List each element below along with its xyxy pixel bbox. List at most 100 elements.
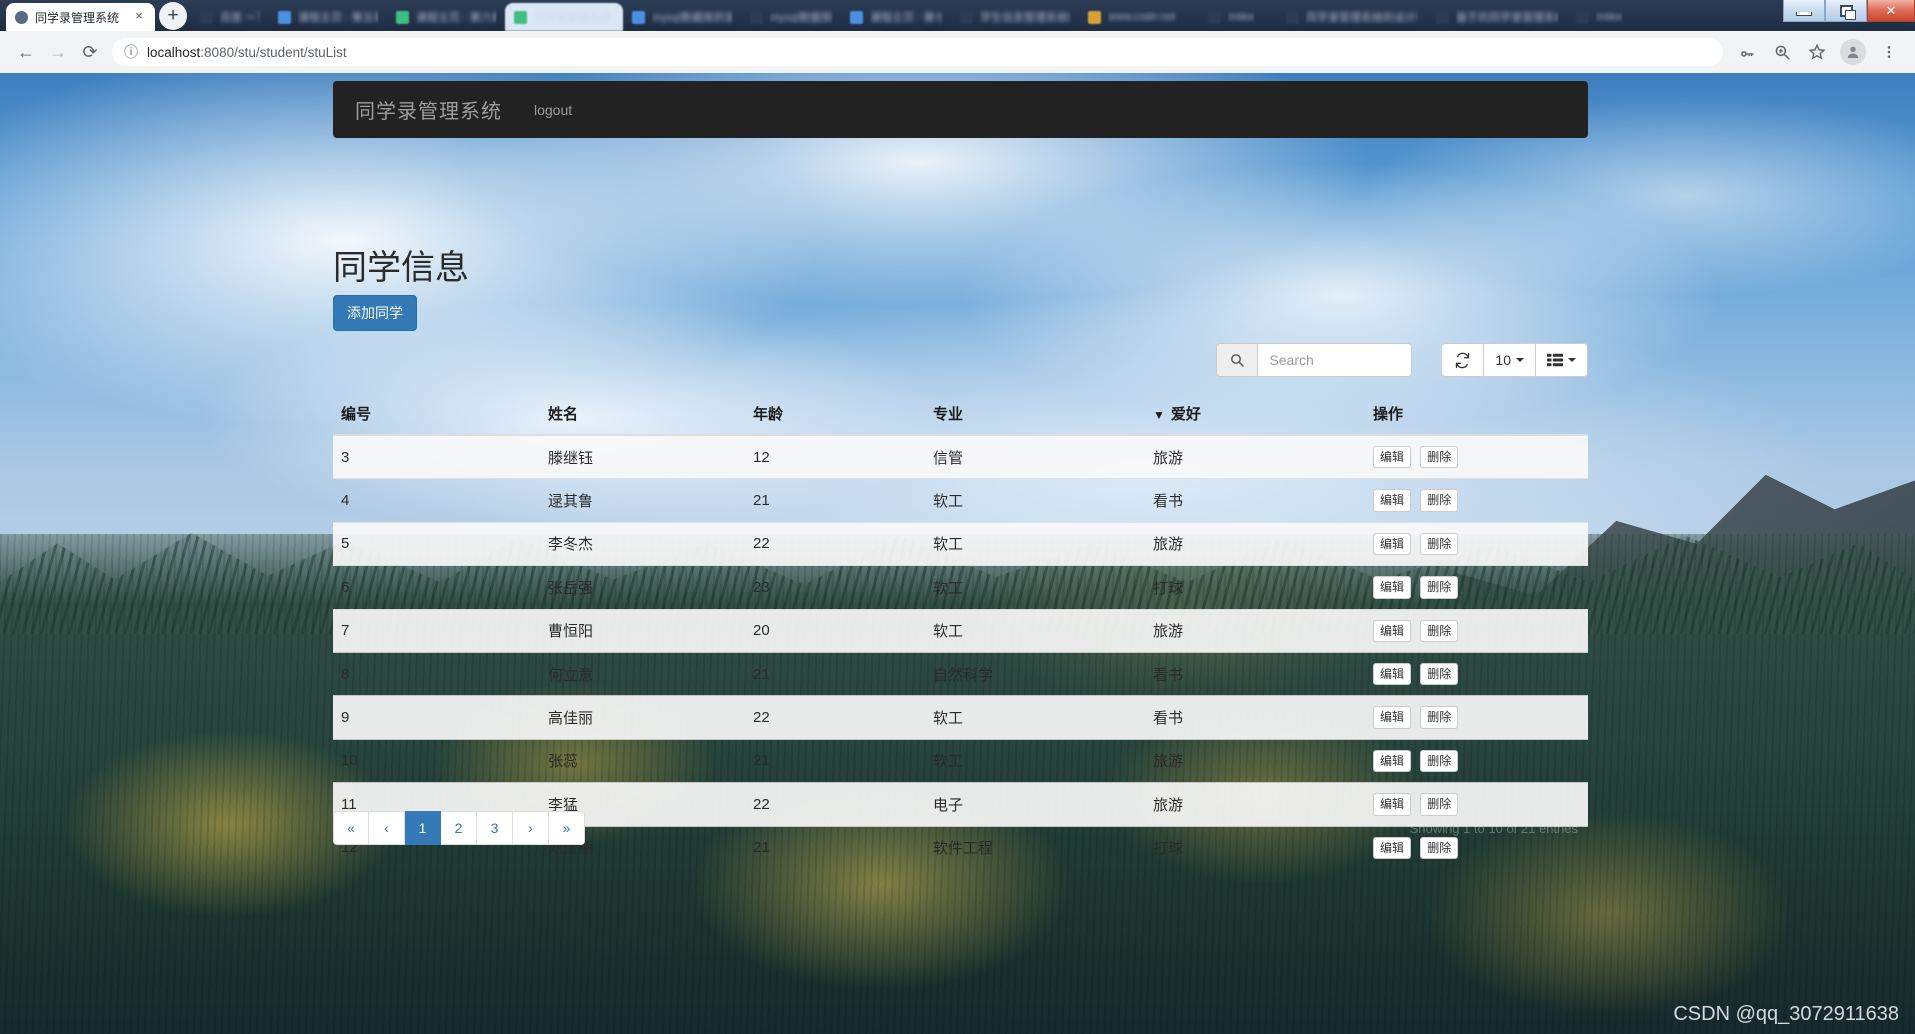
- reload-icon[interactable]: ⟳: [74, 36, 106, 68]
- address-bar[interactable]: ⓘ localhost:8080/stu/student/stuList: [112, 38, 1723, 66]
- delete-button[interactable]: 删除: [1420, 446, 1459, 469]
- pagination-prev[interactable]: ‹: [369, 811, 405, 845]
- browser-tab-4[interactable]: 课程主页 - 第六章: [387, 3, 505, 31]
- tab-favicon: [1436, 10, 1450, 24]
- table-row[interactable]: 9 高佳丽 22 软工 看书 编辑 删除: [333, 695, 1588, 740]
- delete-button[interactable]: 删除: [1420, 489, 1459, 512]
- column-header-major[interactable]: 专业: [933, 395, 1153, 436]
- table-row[interactable]: 5 李冬杰 22 软工 旅游 编辑 删除: [333, 522, 1588, 567]
- zoom-icon[interactable]: [1766, 36, 1798, 68]
- browser-tab-14[interactable]: index: [1567, 3, 1647, 31]
- cell-hobby: 打球: [1153, 565, 1373, 610]
- browser-tab-11[interactable]: index: [1199, 3, 1277, 31]
- browser-tab-6[interactable]: mysql数据库的安装: [623, 3, 741, 31]
- chrome-menu-icon[interactable]: [1873, 36, 1905, 68]
- browser-tab-5[interactable]: 同学录管理系统: [505, 3, 624, 31]
- window-minimize-button[interactable]: [1783, 0, 1825, 22]
- edit-button[interactable]: 编辑: [1373, 749, 1412, 773]
- table-row[interactable]: 8 何立意 21 自然科学 看书 编辑 删除: [333, 652, 1588, 697]
- table-toolbar: 10: [1216, 343, 1588, 377]
- browser-tab-9[interactable]: 学生信息管理系统设计: [951, 3, 1079, 31]
- column-label: 年龄: [753, 406, 784, 423]
- tab-favicon: [396, 10, 410, 24]
- pagination-next[interactable]: ›: [513, 811, 549, 845]
- pagination-page-2[interactable]: 2: [441, 811, 477, 845]
- pagination: « ‹ 1 2 3 › »: [333, 811, 585, 845]
- search-icon[interactable]: [1216, 343, 1258, 377]
- table-row[interactable]: 3 滕继钰 12 信管 旅游 编辑 删除: [333, 435, 1588, 480]
- table-row[interactable]: 6 张岳强 23 软工 打球 编辑 删除: [333, 565, 1588, 610]
- refresh-button[interactable]: [1442, 343, 1485, 377]
- search-input[interactable]: [1257, 343, 1413, 377]
- cell-operations: 编辑 删除: [1373, 609, 1588, 653]
- navbar-brand[interactable]: 同学录管理系统: [355, 95, 502, 124]
- cell-age: 23: [753, 565, 933, 610]
- tab-title: 课程主页 - 第六章: [416, 12, 497, 24]
- page-title: 同学信息: [333, 249, 469, 287]
- edit-button[interactable]: 编辑: [1373, 576, 1412, 599]
- table-row[interactable]: 7 曹恒阳 20 软工 旅游 编辑 删除: [333, 609, 1588, 653]
- edit-button[interactable]: 编辑: [1373, 532, 1412, 556]
- profile-avatar[interactable]: [1840, 39, 1866, 65]
- cell-hobby: 看书: [1153, 478, 1373, 523]
- column-header-age[interactable]: 年龄: [753, 395, 933, 436]
- refresh-button-group: [1442, 343, 1485, 377]
- bookmark-star-icon[interactable]: [1801, 36, 1833, 68]
- tab-title: mysql数据库的安装: [652, 12, 733, 24]
- browser-tab-active[interactable]: 同学录管理系统 ×: [6, 3, 156, 31]
- back-icon[interactable]: ←: [10, 36, 42, 68]
- delete-button[interactable]: 删除: [1420, 706, 1459, 729]
- site-info-icon[interactable]: ⓘ: [124, 42, 138, 62]
- navbar-link-logout[interactable]: logout: [534, 102, 572, 118]
- edit-button[interactable]: 编辑: [1373, 619, 1412, 642]
- list-icon: [1547, 353, 1563, 367]
- forward-icon[interactable]: →: [42, 36, 74, 68]
- columns-dropdown[interactable]: [1536, 343, 1588, 377]
- tab-close-icon[interactable]: ×: [132, 9, 146, 24]
- browser-tab-10[interactable]: www.csdn.net: [1079, 3, 1199, 31]
- column-header-name[interactable]: 姓名: [548, 395, 753, 436]
- browser-tab-3[interactable]: 课程主页 - 第五章: [269, 3, 387, 31]
- column-label: 专业: [933, 406, 964, 423]
- cell-major: 软工: [933, 695, 1153, 740]
- key-icon[interactable]: [1731, 36, 1763, 68]
- tab-favicon: [514, 10, 528, 24]
- cell-age: 12: [753, 435, 933, 480]
- delete-button[interactable]: 删除: [1420, 619, 1459, 642]
- pagination-first[interactable]: «: [333, 811, 369, 845]
- browser-tab-12[interactable]: 同学录管理系统的设计与实现: [1277, 3, 1427, 31]
- delete-button[interactable]: 删除: [1420, 532, 1459, 556]
- page-size-dropdown[interactable]: 10: [1484, 343, 1536, 377]
- new-tab-button[interactable]: +: [159, 2, 188, 30]
- delete-button[interactable]: 删除: [1420, 749, 1459, 773]
- window-close-button[interactable]: ✕: [1867, 0, 1915, 22]
- url-text: localhost:8080/stu/student/stuList: [147, 45, 347, 60]
- table-row[interactable]: 4 逯其鲁 21 软工 看书 编辑 删除: [333, 478, 1588, 523]
- browser-tab-13[interactable]: 基于的同学录管理系统: [1427, 3, 1567, 31]
- url-host: localhost: [147, 44, 201, 60]
- table-head: 编号 姓名 年龄 专业 ▼ 爱好 操作: [333, 395, 1588, 436]
- column-header-hobby[interactable]: ▼ 爱好: [1153, 395, 1373, 436]
- page-viewport: 同学录管理系统 logout 同学信息 添加同学 Search 10 编号 姓名…: [0, 73, 1915, 1034]
- edit-button[interactable]: 编辑: [1373, 489, 1412, 512]
- pagination-page-1[interactable]: 1: [405, 811, 441, 845]
- column-label: 爱好: [1170, 406, 1201, 423]
- add-student-button[interactable]: 添加同学: [333, 295, 417, 331]
- delete-button[interactable]: 删除: [1420, 576, 1459, 599]
- pagination-last[interactable]: »: [549, 811, 585, 845]
- cell-id: 3: [333, 435, 548, 480]
- table-row[interactable]: 10 张蕊 21 软工 旅游 编辑 删除: [333, 739, 1588, 784]
- search-group: [1216, 343, 1413, 377]
- window-restore-button[interactable]: [1825, 0, 1867, 22]
- pagination-page-3[interactable]: 3: [477, 811, 513, 845]
- edit-button[interactable]: 编辑: [1373, 446, 1412, 469]
- cell-operations: 编辑 删除: [1373, 522, 1588, 567]
- column-header-id[interactable]: 编号: [333, 395, 548, 436]
- edit-button[interactable]: 编辑: [1373, 706, 1412, 729]
- cell-id: 4: [333, 478, 548, 523]
- browser-tab-8[interactable]: 课程主页 - 第七章: [841, 3, 951, 31]
- edit-button[interactable]: 编辑: [1373, 662, 1412, 686]
- browser-tab-7[interactable]: mysql数据库教程: [741, 3, 841, 31]
- delete-button[interactable]: 删除: [1420, 662, 1459, 686]
- browser-tab-2[interactable]: 百度 一下: [191, 3, 269, 31]
